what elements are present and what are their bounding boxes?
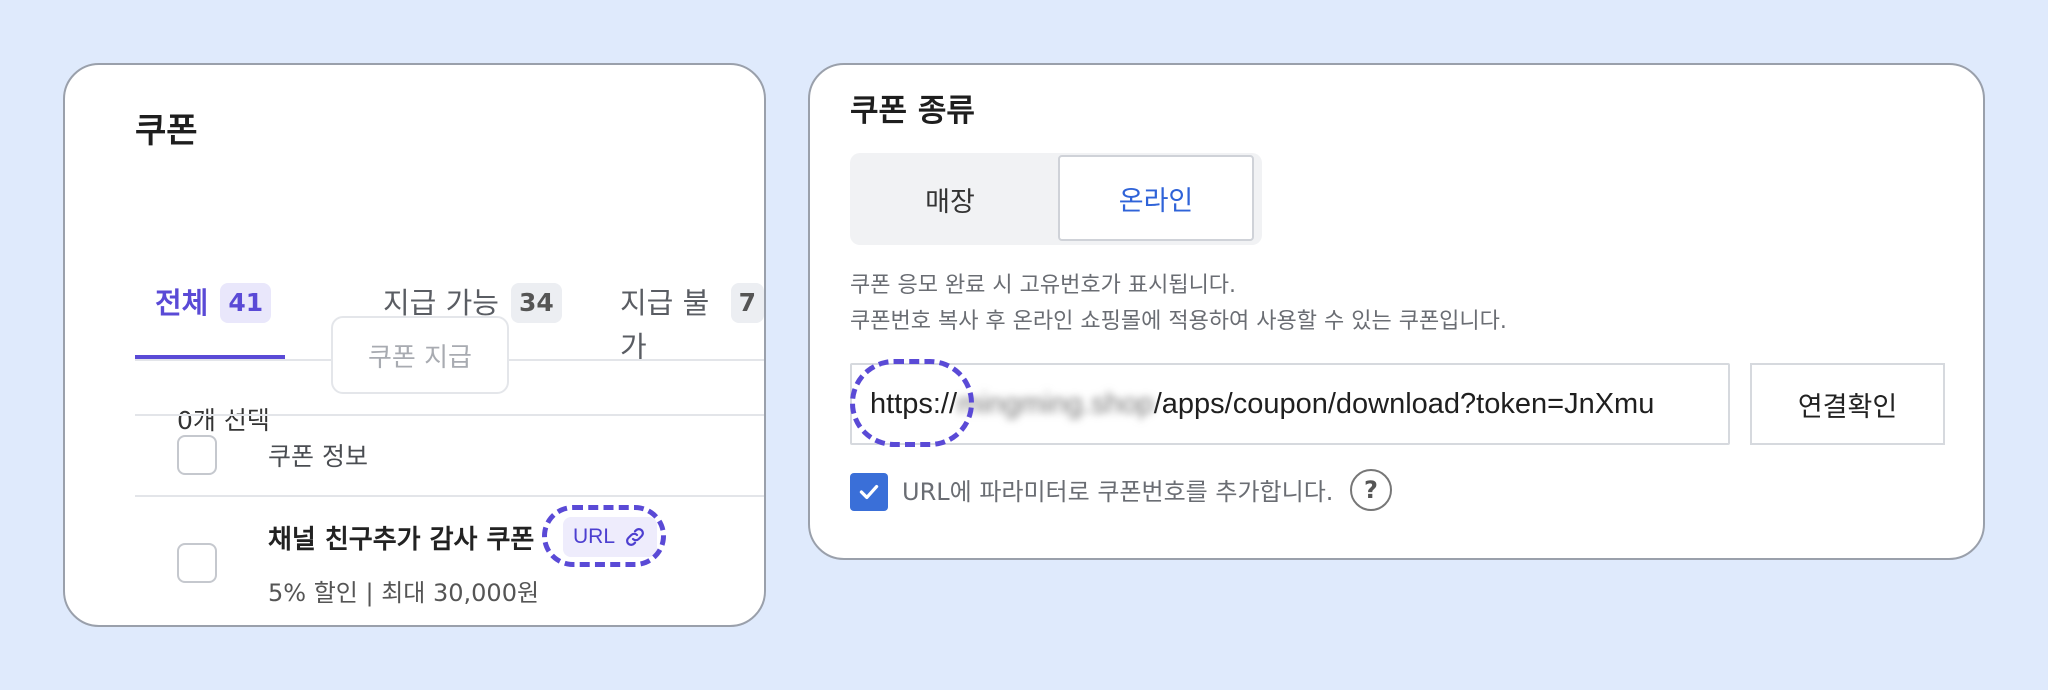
select-all-checkbox[interactable] (177, 435, 217, 475)
header-divider-bottom (135, 495, 764, 497)
section-title: 쿠폰 종류 (850, 93, 975, 129)
url-param-checkbox-label[interactable]: URL에 파라미터로 쿠폰번호를 추가합니다. (902, 473, 1333, 511)
coupon-type-segmented-control: 매장 온라인 (850, 153, 1262, 245)
description-line-2: 쿠폰번호 복사 후 온라인 쇼핑몰에 적용하여 사용할 수 있는 쿠폰입니다. (850, 309, 1507, 334)
description-line-1: 쿠폰 응모 완료 시 고유번호가 표시됩니다. (850, 273, 1237, 298)
link-icon (626, 528, 644, 546)
url-path: /apps/coupon/download?token=JnXmu (1153, 387, 1655, 420)
segment-online[interactable]: 온라인 (1058, 155, 1254, 241)
page-title: 쿠폰 (135, 111, 198, 151)
url-badge[interactable]: URL (563, 517, 658, 557)
verify-connection-button[interactable]: 연결확인 (1750, 363, 1945, 445)
issue-coupon-button[interactable]: 쿠폰 지급 (331, 316, 509, 394)
coupon-list-panel: 쿠폰 전체 41 지급 가능 34 지급 불가 7 0개 선택 쿠폰 지급 쿠폰… (63, 63, 766, 627)
tab-issuable-count: 34 (510, 283, 562, 323)
tab-all-count: 41 (220, 283, 272, 323)
header-divider-top (135, 414, 764, 416)
tab-not-issuable[interactable]: 지급 불가 7 (620, 281, 764, 364)
check-icon (859, 484, 879, 500)
coupon-description: 5% 할인 | 최대 30,000원 (268, 579, 540, 607)
segment-store[interactable]: 매장 (850, 153, 1050, 245)
tab-not-issuable-label: 지급 불가 (620, 286, 710, 364)
url-field[interactable]: https:// mingming.shop /apps/coupon/down… (850, 363, 1730, 445)
column-header-coupon-info: 쿠폰 정보 (268, 442, 368, 471)
coupon-type-panel: 쿠폰 종류 매장 온라인 쿠폰 응모 완료 시 고유번호가 표시됩니다. 쿠폰번… (808, 63, 1985, 560)
help-icon[interactable]: ? (1350, 469, 1392, 511)
row-checkbox[interactable] (177, 543, 217, 583)
url-badge-label: URL (573, 525, 616, 548)
tab-all[interactable]: 전체 41 (155, 281, 272, 341)
url-prefix: https:// (870, 387, 958, 420)
url-host-blurred: mingming.shop (957, 387, 1154, 420)
coupon-name[interactable]: 채널 친구추가 감사 쿠폰 (268, 519, 534, 556)
tab-all-label: 전체 (155, 286, 209, 320)
tab-not-issuable-count: 7 (730, 283, 764, 323)
url-param-checkbox[interactable] (850, 473, 888, 511)
